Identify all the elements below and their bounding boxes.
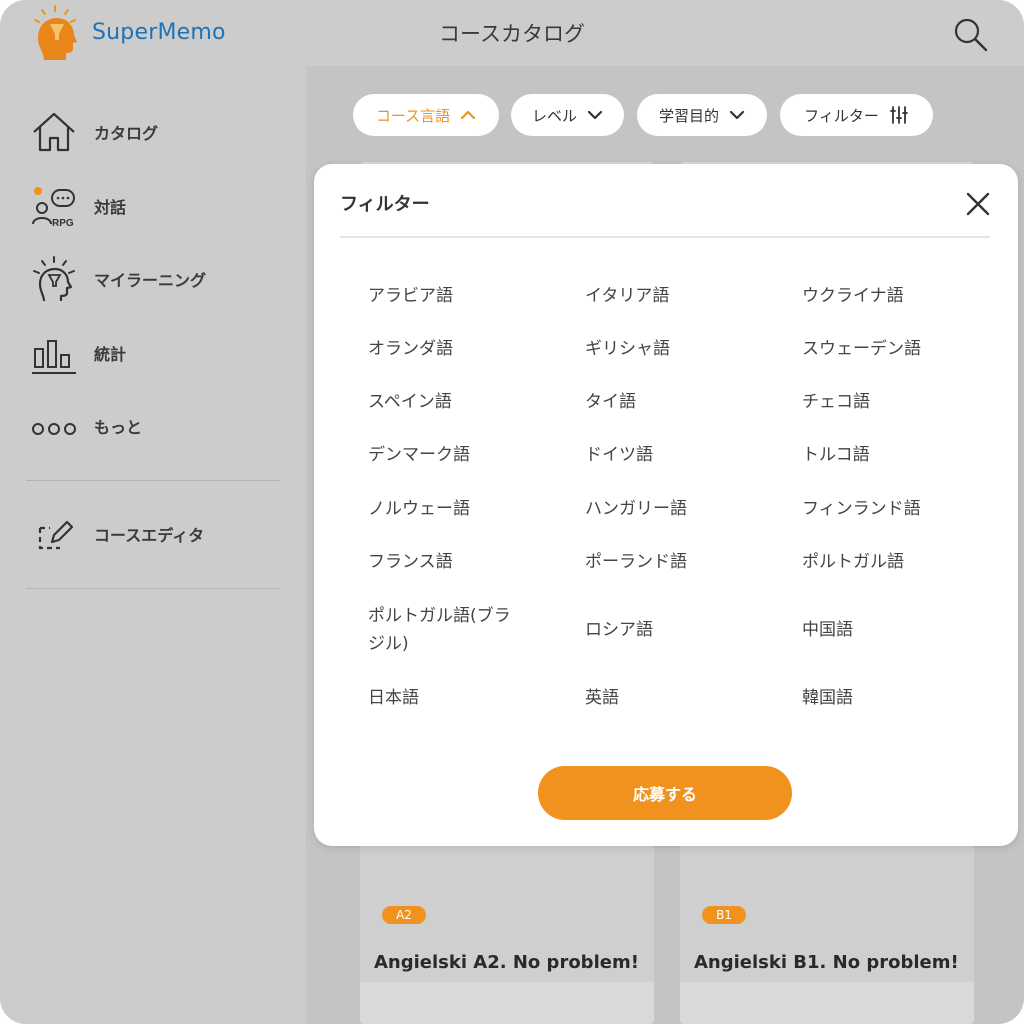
- language-option[interactable]: フランス語: [368, 548, 453, 576]
- language-option[interactable]: 英語: [585, 684, 619, 712]
- filter-chip-filters[interactable]: フィルター: [780, 94, 933, 136]
- course-title: Angielski A2. No problem!: [374, 952, 639, 973]
- language-option[interactable]: ポルトガル語: [802, 548, 904, 576]
- sidebar-item-course-editor[interactable]: コースエディタ: [26, 506, 280, 562]
- more-dots-icon: [32, 423, 76, 435]
- modal-divider: [340, 236, 990, 238]
- language-option[interactable]: デンマーク語: [368, 441, 470, 469]
- language-option[interactable]: スペイン語: [368, 388, 452, 416]
- edit-icon: [38, 520, 74, 550]
- sidebar-item-label: もっと: [94, 418, 143, 437]
- language-option[interactable]: イタリア語: [585, 282, 669, 310]
- sidebar-item-catalog[interactable]: カタログ: [26, 104, 280, 160]
- search-icon[interactable]: [950, 14, 990, 54]
- filter-chip-learning-goal[interactable]: 学習目的: [637, 94, 767, 136]
- language-option[interactable]: トルコ語: [802, 441, 870, 469]
- sidebar-item-dialog[interactable]: RPG 対話: [26, 178, 280, 234]
- language-option[interactable]: タイ語: [585, 388, 636, 416]
- sidebar: カタログ RPG 対話 マイラーニング 統計 もっと コースエディタ: [0, 66, 306, 1024]
- chip-label: フィルター: [804, 106, 879, 125]
- sidebar-divider: [26, 588, 280, 589]
- language-option[interactable]: スウェーデン語: [802, 335, 921, 363]
- sidebar-item-label: 対話: [94, 198, 127, 217]
- apply-button[interactable]: 応募する: [538, 766, 792, 820]
- chip-label: コース言語: [375, 106, 451, 125]
- bar-chart-icon: [32, 340, 76, 374]
- filter-chip-level[interactable]: レベル: [511, 94, 624, 136]
- language-option[interactable]: アラビア語: [368, 282, 453, 310]
- language-option[interactable]: オランダ語: [368, 335, 453, 363]
- language-option[interactable]: フィンランド語: [802, 495, 921, 523]
- language-option[interactable]: 日本語: [368, 684, 419, 712]
- language-option[interactable]: ポルトガル語(ブラジル): [368, 602, 518, 658]
- sliders-icon: [889, 106, 908, 124]
- language-option[interactable]: ウクライナ語: [802, 282, 904, 310]
- language-option[interactable]: 韓国語: [802, 684, 853, 712]
- language-option[interactable]: 中国語: [802, 616, 853, 644]
- level-badge: A2: [382, 906, 426, 924]
- chip-label: レベル: [531, 106, 577, 125]
- app-frame: SuperMemo コースカタログ カタログ RPG 対話 マイラーニング 統計…: [0, 0, 1024, 1024]
- chevron-up-icon: [461, 110, 476, 120]
- language-option[interactable]: ギリシャ語: [585, 335, 670, 363]
- level-badge: B1: [702, 906, 746, 924]
- chevron-down-icon: [587, 110, 603, 120]
- language-option[interactable]: チェコ語: [802, 388, 870, 416]
- sidebar-item-my-learning[interactable]: マイラーニング: [26, 251, 280, 307]
- language-option[interactable]: ロシア語: [585, 616, 653, 644]
- chip-label: 学習目的: [658, 106, 719, 125]
- modal-title: フィルター: [340, 194, 430, 215]
- lightbulb-head-icon: [33, 256, 75, 302]
- language-option[interactable]: ノルウェー語: [368, 495, 470, 523]
- sidebar-item-label: マイラーニング: [94, 271, 207, 290]
- filter-modal: フィルター アラビア語 イタリア語 ウクライナ語 オランダ語 ギリシャ語 スウェ…: [314, 164, 1018, 846]
- sidebar-divider: [26, 480, 280, 481]
- sidebar-item-statistics[interactable]: 統計: [26, 325, 280, 381]
- home-icon: [33, 112, 75, 152]
- sidebar-item-label: 統計: [94, 345, 127, 364]
- sidebar-item-label: カタログ: [94, 124, 159, 143]
- filter-chip-course-language[interactable]: コース言語: [353, 94, 499, 136]
- language-option[interactable]: ハンガリー語: [585, 495, 687, 523]
- header: SuperMemo コースカタログ: [0, 0, 1024, 66]
- sidebar-item-more[interactable]: もっと: [26, 398, 280, 454]
- course-title: Angielski B1. No problem!: [694, 952, 959, 973]
- page-title: コースカタログ: [439, 22, 585, 46]
- chat-rpg-icon: RPG: [32, 187, 75, 229]
- sidebar-item-label: コースエディタ: [94, 526, 205, 545]
- chevron-down-icon: [729, 110, 745, 120]
- rpg-label: RPG: [52, 218, 74, 229]
- close-icon[interactable]: [964, 190, 992, 218]
- language-option[interactable]: ポーランド語: [585, 548, 687, 576]
- language-option[interactable]: ドイツ語: [585, 441, 653, 469]
